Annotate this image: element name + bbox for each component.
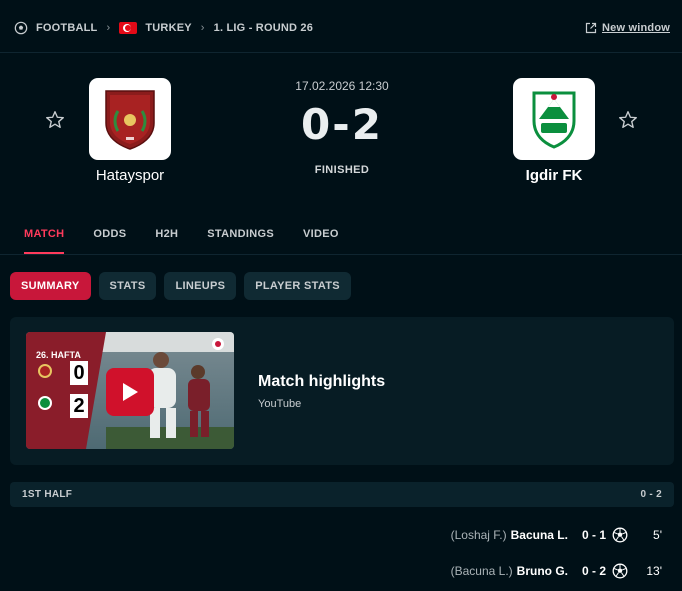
highlights-card[interactable]: 26. HAFTA 0 2 Match highlights YouTube (10, 317, 674, 465)
new-window-link[interactable]: New window (585, 22, 670, 34)
breadcrumb: FOOTBALL › TURKEY › 1. LIG - ROUND 26 Ne… (14, 18, 670, 38)
breadcrumb-league[interactable]: 1. LIG - ROUND 26 (214, 22, 313, 34)
goal-event: (Loshaj F.) Bacuna L. 0 - 1 5' (451, 525, 662, 545)
goal-ball-icon (612, 527, 628, 543)
match-score: 0-2 (301, 100, 383, 149)
event-score: 0 - 2 (581, 564, 606, 578)
home-mini-crest-icon (38, 364, 52, 378)
highlights-source: YouTube (258, 398, 302, 410)
tab-match[interactable]: MATCH (24, 228, 65, 254)
breadcrumb-country[interactable]: TURKEY (145, 22, 191, 34)
event-minute: 5' (653, 528, 662, 542)
favorite-away-star-icon[interactable] (617, 109, 639, 131)
match-tabs: MATCH ODDS H2H STANDINGS VIDEO (24, 228, 368, 254)
away-mini-crest-icon (38, 396, 52, 410)
event-assist[interactable]: (Loshaj F.) (451, 528, 507, 542)
play-icon (123, 383, 138, 401)
divider (0, 254, 682, 255)
highlights-title[interactable]: Match highlights (258, 373, 385, 391)
breadcrumb-sport[interactable]: FOOTBALL (36, 22, 97, 34)
tab-video[interactable]: VIDEO (303, 228, 339, 254)
event-minute: 13' (646, 564, 662, 578)
subtab-stats[interactable]: STATS (98, 272, 157, 300)
half-score: 0 - 2 (640, 489, 662, 500)
subtab-lineups[interactable]: LINEUPS (164, 272, 237, 300)
football-icon (14, 21, 28, 35)
event-scorer[interactable]: Bruno G. (517, 564, 568, 578)
home-team-logo[interactable] (89, 78, 171, 160)
new-window-label: New window (602, 22, 670, 34)
match-datetime: 17.02.2026 12:30 (295, 79, 389, 93)
half-header: 1ST HALF 0 - 2 (10, 482, 674, 507)
event-scorer[interactable]: Bacuna L. (511, 528, 568, 542)
tab-h2h[interactable]: H2H (155, 228, 178, 254)
tab-standings[interactable]: STANDINGS (207, 228, 274, 254)
away-team-name[interactable]: Igdir FK (474, 167, 634, 184)
event-assist[interactable]: (Bacuna L.) (451, 564, 513, 578)
igdir-crest-icon (532, 91, 576, 149)
tab-odds[interactable]: ODDS (93, 228, 126, 254)
summary-subtabs: SUMMARY STATS LINEUPS PLAYER STATS (10, 272, 359, 300)
away-team-logo[interactable] (513, 78, 595, 160)
home-team-name[interactable]: Hatayspor (50, 167, 210, 184)
divider (0, 52, 682, 53)
favorite-home-star-icon[interactable] (44, 109, 66, 131)
event-score: 0 - 1 (581, 528, 606, 542)
subtab-player-stats[interactable]: PLAYER STATS (244, 272, 351, 300)
match-status: FINISHED (314, 164, 370, 176)
external-link-icon (585, 22, 597, 34)
thumb-round-label: 26. HAFTA (36, 350, 81, 360)
play-button[interactable] (106, 368, 154, 416)
chevron-right-icon: › (106, 22, 111, 34)
half-label: 1ST HALF (22, 489, 73, 500)
chevron-right-icon: › (200, 22, 205, 34)
goal-event: (Bacuna L.) Bruno G. 0 - 2 13' (451, 561, 662, 581)
subtab-summary[interactable]: SUMMARY (10, 272, 91, 300)
thumb-home-score: 0 (70, 361, 88, 385)
turkey-flag-icon (119, 22, 138, 34)
hatayspor-crest-icon (105, 90, 155, 150)
thumb-away-score: 2 (70, 394, 88, 418)
goal-ball-icon (612, 563, 628, 579)
video-thumbnail[interactable]: 26. HAFTA 0 2 (26, 332, 234, 449)
